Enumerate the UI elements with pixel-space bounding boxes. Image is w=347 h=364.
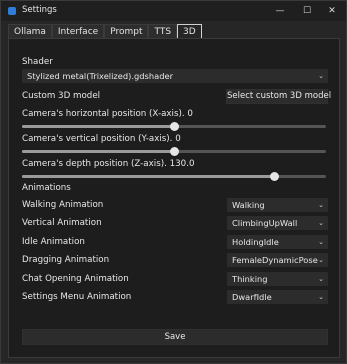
vertical-animation-label: Vertical Animation: [22, 218, 102, 228]
settings-window: Settings — ☐ ✕ Ollama Interface Prompt T…: [0, 0, 347, 364]
tab-3d[interactable]: 3D: [177, 24, 202, 39]
walking-animation-label: Walking Animation: [22, 200, 104, 210]
walking-animation-value: Walking: [232, 200, 265, 210]
tab-bar: Ollama Interface Prompt TTS 3D: [8, 22, 202, 39]
camera-z-slider-thumb[interactable]: [270, 172, 280, 181]
settings-menu-animation-value: DwarfIdle: [232, 292, 272, 302]
title-bar[interactable]: Settings — ☐ ✕: [1, 1, 346, 21]
maximize-button[interactable]: ☐: [294, 3, 320, 19]
dragging-animation-dropdown[interactable]: FemaleDynamicPose ⌄: [227, 253, 328, 267]
chevron-down-icon: ⌄: [318, 256, 324, 264]
animations-heading: Animations: [22, 183, 71, 193]
dragging-animation-value: FemaleDynamicPose: [232, 255, 318, 265]
camera-y-label: Camera's vertical position (Y-axis). 0: [22, 134, 181, 144]
camera-x-slider[interactable]: [22, 122, 326, 131]
tab-ollama[interactable]: Ollama: [8, 24, 52, 39]
chat-opening-animation-value: Thinking: [232, 274, 268, 284]
camera-y-slider[interactable]: [22, 147, 326, 156]
close-button[interactable]: ✕: [319, 3, 345, 19]
camera-x-slider-thumb[interactable]: [170, 122, 179, 131]
shader-dropdown-value: Stylized metal(Trixelized).gdshader: [27, 71, 173, 81]
tab-interface[interactable]: Interface: [51, 24, 105, 39]
chevron-down-icon: ⌄: [318, 201, 324, 209]
shader-dropdown[interactable]: Stylized metal(Trixelized).gdshader ⌄: [22, 69, 328, 83]
camera-y-slider-fill: [22, 150, 174, 153]
camera-z-slider[interactable]: [22, 172, 326, 181]
idle-animation-label: Idle Animation: [22, 237, 85, 247]
chevron-down-icon: ⌄: [318, 238, 324, 246]
vertical-animation-dropdown[interactable]: ClimbingUpWall ⌄: [227, 216, 328, 230]
settings-panel: Shader Stylized metal(Trixelized).gdshad…: [8, 38, 340, 358]
app-icon: [8, 7, 16, 15]
dragging-animation-label: Dragging Animation: [22, 255, 110, 265]
window-title: Settings: [22, 5, 57, 15]
vertical-animation-value: ClimbingUpWall: [232, 218, 298, 228]
tab-prompt[interactable]: Prompt: [104, 24, 149, 39]
idle-animation-value: HoldingIdle: [232, 237, 279, 247]
select-custom-model-button[interactable]: Select custom 3D model: [226, 89, 331, 104]
settings-menu-animation-label: Settings Menu Animation: [22, 292, 132, 302]
camera-z-slider-fill: [22, 175, 275, 178]
chevron-down-icon: ⌄: [318, 72, 324, 80]
walking-animation-dropdown[interactable]: Walking ⌄: [227, 198, 328, 212]
chevron-down-icon: ⌄: [318, 293, 324, 301]
save-button[interactable]: Save: [22, 329, 328, 345]
chevron-down-icon: ⌄: [318, 219, 324, 227]
chat-opening-animation-label: Chat Opening Animation: [22, 274, 129, 284]
minimize-button[interactable]: —: [267, 3, 293, 19]
tab-tts[interactable]: TTS: [148, 24, 178, 39]
camera-x-slider-fill: [22, 125, 174, 128]
camera-z-label: Camera's depth position (Z-axis). 130.0: [22, 159, 195, 169]
shader-heading: Shader: [22, 57, 53, 67]
camera-y-slider-thumb[interactable]: [170, 147, 179, 156]
idle-animation-dropdown[interactable]: HoldingIdle ⌄: [227, 235, 328, 249]
custom-model-label: Custom 3D model: [22, 91, 101, 101]
chevron-down-icon: ⌄: [318, 275, 324, 283]
settings-menu-animation-dropdown[interactable]: DwarfIdle ⌄: [227, 290, 328, 304]
camera-x-label: Camera's horizontal position (X-axis). 0: [22, 109, 193, 119]
chat-opening-animation-dropdown[interactable]: Thinking ⌄: [227, 272, 328, 286]
